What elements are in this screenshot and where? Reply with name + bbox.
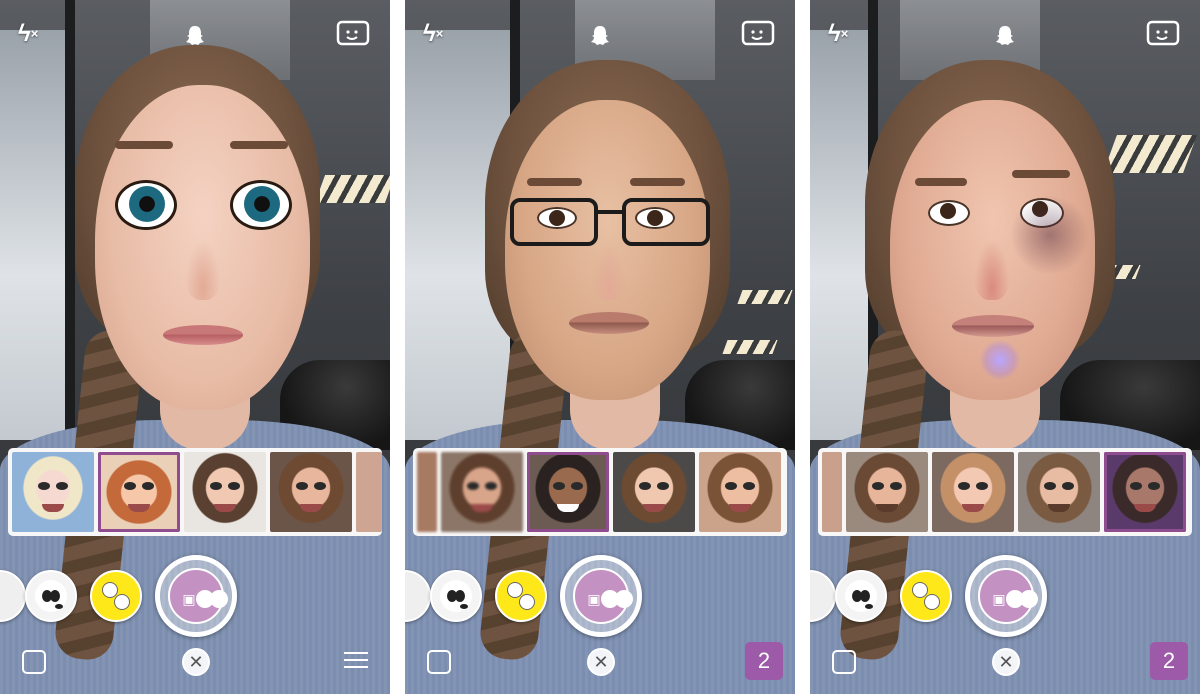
lens-thumb-anna-selected[interactable] [98,452,180,532]
capture-button[interactable]: ▣ [965,555,1047,637]
lens-thumb-face[interactable] [699,452,781,532]
panda-lens-button[interactable] [25,570,77,622]
eyebrow [115,141,173,149]
panda-icon [35,580,67,612]
panda-icon [440,580,472,612]
camera-panel-3: ϟ× ▣ ✕ 2 [810,0,1200,694]
lens-thumb-face[interactable] [822,452,842,532]
lens-carousel[interactable] [818,448,1192,536]
face-swap-lens-button[interactable] [900,570,952,622]
close-lens-icon[interactable]: ✕ [587,648,615,676]
lens-preview-icon: ▣ [168,568,228,624]
snapchat-ghost-icon[interactable] [994,24,1016,46]
ceiling-light [314,175,390,203]
lens-preview-icon: ▣ [573,568,633,624]
face-swap-icon [92,572,140,620]
camera-panel-2: ϟ× ▣ ✕ 2 [405,0,795,694]
lens-thumb-face[interactable] [441,452,523,532]
flash-off-icon[interactable]: ϟ× [18,20,38,48]
capture-button[interactable]: ▣ [560,555,642,637]
eye [230,180,292,230]
lens-thumb-face[interactable] [270,452,352,532]
eyebrow [527,178,582,186]
panda-icon [845,580,877,612]
memories-button[interactable] [832,650,856,674]
mouth [952,315,1034,337]
ceiling-light [1103,135,1197,173]
lens-thumb-face[interactable] [932,452,1014,532]
flip-camera-icon[interactable] [1146,18,1180,48]
face-swap-icon [902,572,950,620]
ceiling-light [737,290,793,304]
face-swap-icon [497,572,545,620]
flash-off-icon[interactable]: ϟ× [423,20,443,48]
lens-carousel[interactable] [413,448,787,536]
close-lens-icon[interactable]: ✕ [992,648,1020,676]
stories-icon[interactable] [344,652,368,674]
flip-camera-icon[interactable] [741,18,775,48]
story-count-badge[interactable]: 2 [745,642,783,680]
window [810,30,870,440]
window [0,30,70,440]
panda-lens-button[interactable] [835,570,887,622]
mouth [569,312,649,334]
flash-off-icon[interactable]: ϟ× [828,20,848,48]
face-swap-lens-button[interactable] [495,570,547,622]
capture-button[interactable]: ▣ [155,555,237,637]
snapchat-ghost-icon[interactable] [589,24,611,46]
lens-preview-icon: ▣ [978,568,1038,624]
eyebrow [1012,170,1070,178]
lens-thumb-elsa[interactable] [12,452,94,532]
mouth [163,325,243,345]
lens-carousel[interactable] [8,448,382,536]
close-lens-icon[interactable]: ✕ [182,648,210,676]
glow-effect [980,340,1020,380]
glasses [510,198,710,250]
panda-lens-button[interactable] [430,570,482,622]
snapchat-ghost-icon[interactable] [184,24,206,46]
nose [185,240,221,300]
lens-thumb-face[interactable] [1018,452,1100,532]
bruise-effect [1010,195,1090,275]
lens-thumb-face[interactable] [846,452,928,532]
eye [928,200,970,226]
eyebrow [230,141,288,149]
lens-thumb-face[interactable] [184,452,266,532]
eyebrow [630,178,685,186]
ceiling-light [722,340,778,354]
nose [974,240,1010,300]
lens-thumb-face[interactable] [356,452,382,532]
face-swap-lens-button[interactable] [90,570,142,622]
memories-button[interactable] [22,650,46,674]
face-with-swap-filter [505,100,710,400]
lens-thumb-face[interactable] [417,452,437,532]
memories-button[interactable] [427,650,451,674]
story-count-badge[interactable]: 2 [1150,642,1188,680]
lens-thumb-selected[interactable] [1104,452,1186,532]
eyebrow [915,178,967,186]
camera-panel-1: ϟ× ▣ ✕ [0,0,390,694]
face-with-doll-filter [95,85,310,410]
eye [115,180,177,230]
flip-camera-icon[interactable] [336,18,370,48]
lens-thumb-face[interactable] [613,452,695,532]
window-frame [65,0,75,440]
lens-thumb-selected[interactable] [527,452,609,532]
